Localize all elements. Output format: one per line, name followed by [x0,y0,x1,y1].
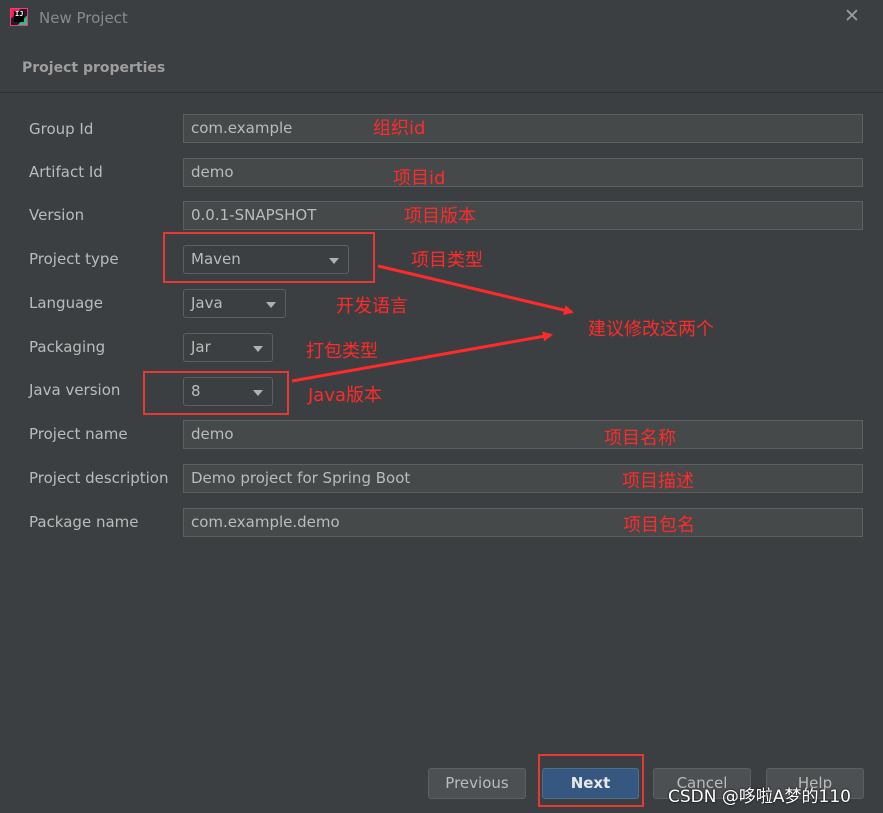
annotation-suggestion: 建议修改这两个 [588,319,714,340]
annotation-project-type: 项目类型 [411,250,483,271]
annotation-language: 开发语言 [336,296,408,317]
watermark: CSDN @哆啦A梦的110 [668,787,851,807]
annotation-packaging: 打包类型 [306,341,378,362]
annotation-group-id: 组织id [373,118,426,139]
annotation-package-name: 项目包名 [623,515,695,536]
annotation-project-name: 项目名称 [604,428,676,449]
annotation-java-version: Java版本 [308,385,383,406]
annotation-version: 项目版本 [404,206,476,227]
next-button[interactable]: Next [542,768,639,799]
previous-button[interactable]: Previous [428,768,526,799]
annotation-artifact-id: 项目id [393,168,446,189]
annotation-project-description: 项目描述 [622,471,694,492]
annotation-arrows [291,264,574,383]
